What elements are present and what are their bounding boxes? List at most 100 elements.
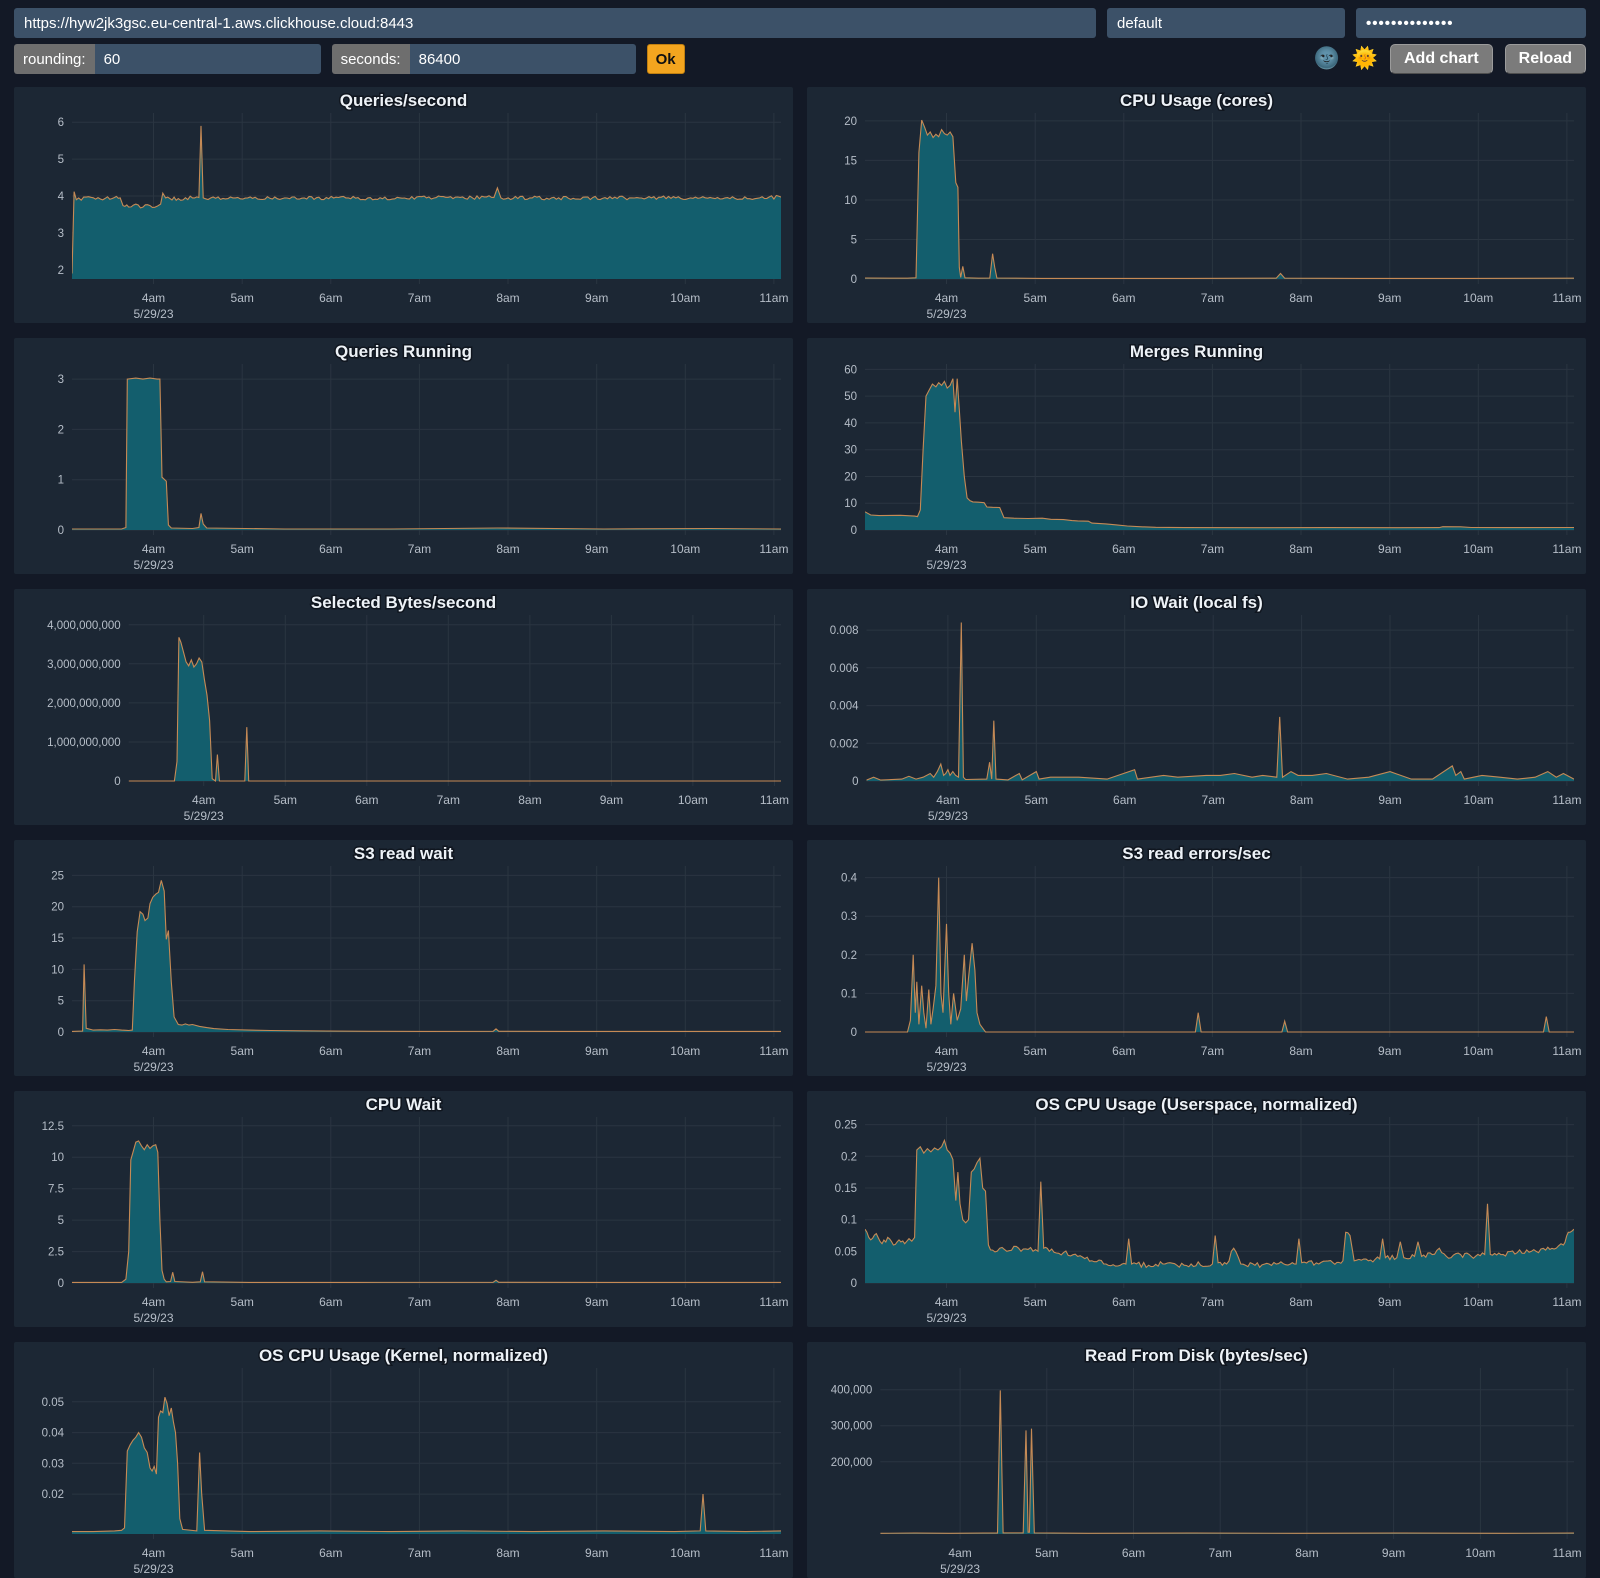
x-tick-label: 10am [670, 1546, 700, 1560]
chart-canvas-s3-read-errors-per-sec[interactable]: 00.10.20.30.44am5/29/235am6am7am8am9am10… [807, 840, 1586, 1076]
y-tick-label: 0 [851, 525, 857, 537]
y-tick-label: 2,000,000,000 [47, 698, 121, 710]
x-tick-label: 10am [670, 1295, 700, 1309]
chart-canvas-merges-running[interactable]: 01020304050604am5/29/235am6am7am8am9am10… [807, 338, 1586, 574]
y-tick-label: 5 [58, 154, 64, 166]
x-tick-label: 10am [1463, 1044, 1493, 1058]
x-axis-date-label: 5/29/23 [133, 1562, 173, 1576]
x-tick-label: 9am [1382, 1546, 1405, 1560]
x-tick-label: 4am [142, 542, 165, 556]
x-tick-label: 5am [1024, 1295, 1047, 1309]
chart-title: OS CPU Usage (Userspace, normalized) [1035, 1095, 1357, 1114]
y-tick-label: 0 [58, 525, 64, 537]
x-tick-label: 11am [1552, 1044, 1581, 1058]
y-tick-label: 4,000,000,000 [47, 620, 121, 632]
x-tick-label: 11am [759, 542, 788, 556]
y-tick-label: 0 [851, 274, 857, 286]
y-tick-label: 10 [844, 195, 857, 207]
series-area [72, 1397, 781, 1534]
chart-canvas-read-from-disk[interactable]: 200,000300,000400,0004am5/29/235am6am7am… [807, 1342, 1586, 1578]
dark-theme-moon-icon[interactable]: 🌚 [1314, 46, 1340, 72]
x-tick-label: 9am [585, 291, 608, 305]
chart-panel-cpu-usage-cores: 051015204am5/29/235am6am7am8am9am10am11a… [807, 87, 1586, 323]
y-tick-label: 7.5 [48, 1184, 64, 1196]
y-tick-label: 0 [58, 1027, 64, 1039]
chart-canvas-io-wait-local-fs[interactable]: 00.0020.0040.0060.0084am5/29/235am6am7am… [807, 589, 1586, 825]
chart-canvas-selected-bytes-per-second[interactable]: 0 1,000,000,000 2,000,000,000 3,000,000,000… [14, 589, 793, 825]
x-axis-date-label: 5/29/23 [926, 558, 966, 572]
y-tick-label: 3 [58, 374, 64, 386]
x-tick-label: 7am [1209, 1546, 1232, 1560]
x-tick-label: 11am [1553, 1546, 1582, 1560]
x-tick-label: 8am [496, 542, 519, 556]
x-tick-label: 6am [319, 1295, 342, 1309]
y-tick-label: 12.5 [42, 1121, 64, 1133]
chart-title: S3 read wait [354, 844, 454, 863]
y-tick-label: 1,000,000,000 [47, 737, 121, 749]
seconds-input[interactable] [410, 44, 636, 74]
y-tick-label: 20 [51, 902, 64, 914]
x-tick-label: 7am [408, 1044, 431, 1058]
x-tick-label: 6am [355, 793, 378, 807]
chart-title: Queries Running [335, 342, 472, 361]
y-tick-label: 0.3 [841, 911, 857, 923]
y-tick-label: 0 [114, 776, 120, 788]
x-tick-label: 10am [670, 1044, 700, 1058]
chart-canvas-s3-read-wait[interactable]: 05101520254am5/29/235am6am7am8am9am10am1… [14, 840, 793, 1076]
x-tick-label: 5am [1024, 542, 1047, 556]
connection-bar [14, 8, 1586, 38]
y-tick-label: 3 [58, 228, 64, 240]
chart-canvas-os-cpu-usage-kernel[interactable]: 0.020.030.040.054am5/29/235am6am7am8am9a… [14, 1342, 793, 1578]
x-tick-label: 6am [1113, 793, 1136, 807]
y-tick-label: 50 [844, 391, 857, 403]
x-tick-label: 7am [1201, 291, 1224, 305]
x-tick-label: 11am [759, 1546, 788, 1560]
x-tick-label: 5am [231, 1546, 254, 1560]
reload-button[interactable]: Reload [1505, 44, 1586, 74]
chart-panel-selected-bytes-per-second: 0 1,000,000,000 2,000,000,000 3,000,000,000… [14, 589, 793, 825]
y-tick-label: 0.006 [830, 663, 859, 675]
y-tick-label: 0 [852, 776, 858, 788]
y-tick-label: 5 [58, 996, 64, 1008]
x-tick-label: 5am [231, 291, 254, 305]
rounding-input[interactable] [95, 44, 321, 74]
series-area [72, 880, 781, 1032]
x-tick-label: 10am [1465, 1546, 1495, 1560]
username-input[interactable] [1107, 8, 1345, 38]
y-tick-label: 0.25 [835, 1120, 857, 1132]
chart-canvas-cpu-wait[interactable]: 02.557.51012.54am5/29/235am6am7am8am9am1… [14, 1091, 793, 1327]
x-tick-label: 10am [1463, 793, 1493, 807]
y-tick-label: 0.1 [841, 1215, 857, 1227]
y-tick-label: 3,000,000,000 [47, 659, 121, 671]
y-tick-label: 2 [58, 424, 64, 436]
chart-title: CPU Wait [366, 1095, 442, 1114]
x-tick-label: 6am [1112, 542, 1135, 556]
y-tick-label: 10 [51, 964, 64, 976]
chart-panel-queries-per-second: 234564am5/29/235am6am7am8am9am10am11amQu… [14, 87, 793, 323]
y-tick-label: 300,000 [831, 1421, 873, 1433]
x-tick-label: 8am [496, 1044, 519, 1058]
light-theme-sun-icon[interactable]: 🌞 [1352, 46, 1378, 72]
chart-canvas-os-cpu-usage-userspace[interactable]: 00.050.10.150.20.254am5/29/235am6am7am8a… [807, 1091, 1586, 1327]
x-axis-date-label: 5/29/23 [940, 1562, 980, 1576]
ok-button[interactable]: Ok [647, 44, 685, 74]
x-tick-label: 7am [408, 1295, 431, 1309]
x-tick-label: 4am [936, 793, 959, 807]
chart-grid: 234564am5/29/235am6am7am8am9am10am11amQu… [0, 87, 1600, 1578]
x-tick-label: 4am [142, 1295, 165, 1309]
chart-panel-merges-running: 01020304050604am5/29/235am6am7am8am9am10… [807, 338, 1586, 574]
rounding-combo: rounding: [14, 44, 321, 74]
server-url-input[interactable] [14, 8, 1096, 38]
x-tick-label: 10am [678, 793, 708, 807]
y-tick-label: 6 [58, 117, 64, 129]
chart-canvas-cpu-usage-cores[interactable]: 051015204am5/29/235am6am7am8am9am10am11a… [807, 87, 1586, 323]
add-chart-button[interactable]: Add chart [1390, 44, 1493, 74]
chart-canvas-queries-per-second[interactable]: 234564am5/29/235am6am7am8am9am10am11amQu… [14, 87, 793, 323]
x-axis-date-label: 5/29/23 [926, 1311, 966, 1325]
y-tick-label: 10 [51, 1152, 64, 1164]
chart-canvas-queries-running[interactable]: 01234am5/29/235am6am7am8am9am10am11amQue… [14, 338, 793, 574]
password-input[interactable] [1356, 8, 1586, 38]
x-tick-label: 4am [192, 793, 215, 807]
x-tick-label: 11am [760, 793, 789, 807]
chart-panel-queries-running: 01234am5/29/235am6am7am8am9am10am11amQue… [14, 338, 793, 574]
